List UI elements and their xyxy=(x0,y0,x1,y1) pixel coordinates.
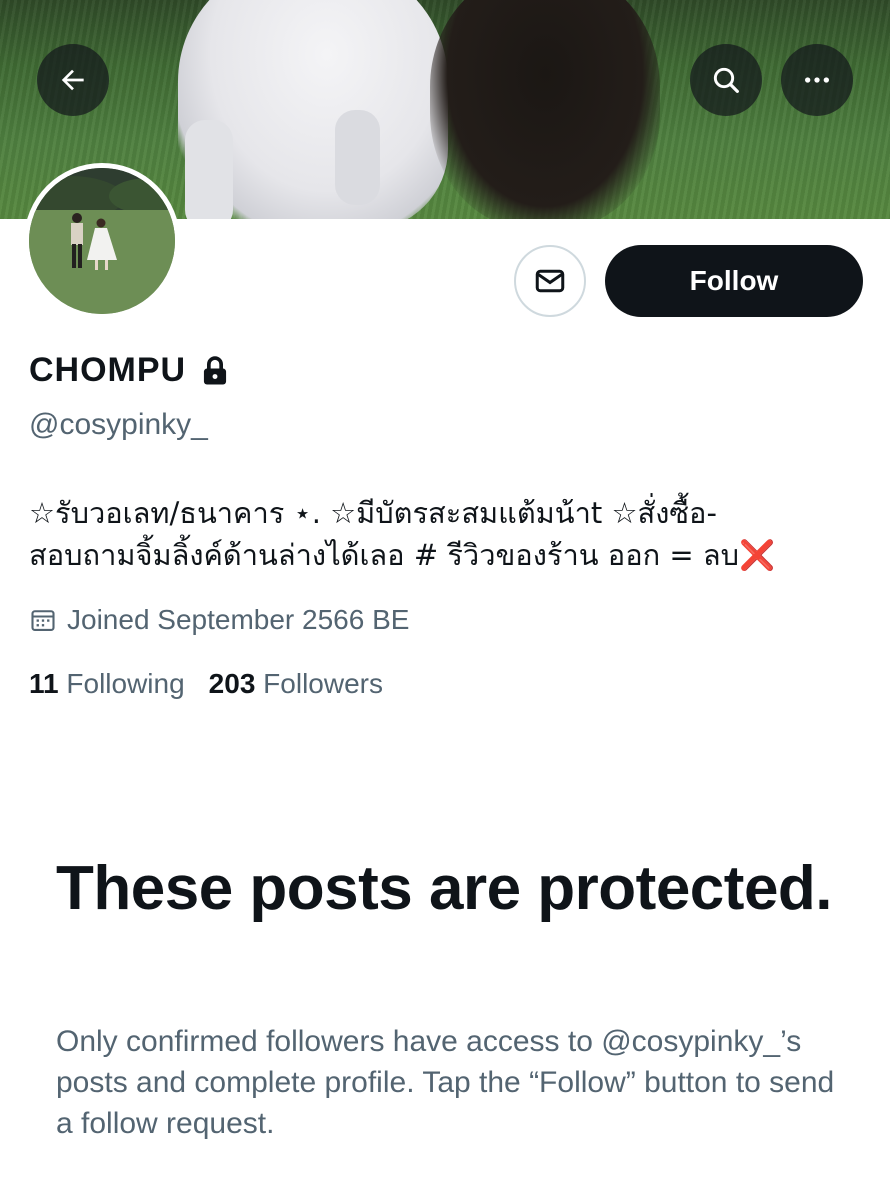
protected-posts-message: Only confirmed followers have access to … xyxy=(56,1025,835,1140)
more-icon xyxy=(805,77,829,83)
cross-mark-icon: ❌ xyxy=(739,538,776,572)
username-handle: @cosypinky_ xyxy=(29,408,208,441)
back-button[interactable] xyxy=(37,44,109,116)
bio-text: สอบถามจิ้มลิ้งค์ด้านล่างได้เลอ # รีวิวขอ… xyxy=(29,538,740,572)
message-icon xyxy=(535,269,565,293)
bio-line: ☆รับวอเลท/ธนาคาร ⋆. ☆มีบัตรสะสมแต้มน้าt … xyxy=(29,496,717,530)
more-options-button[interactable] xyxy=(781,44,853,116)
search-button[interactable] xyxy=(690,44,762,116)
display-name-row: CHOMPU xyxy=(29,351,230,390)
followers-label: Followers xyxy=(263,668,383,699)
search-icon xyxy=(713,67,739,93)
follow-button[interactable]: Follow xyxy=(605,245,863,317)
profile-bio: ☆รับวอเลท/ธนาคาร ⋆. ☆มีบัตรสะสมแต้มน้าt … xyxy=(29,492,869,576)
joined-date-row: Joined September 2566 BE xyxy=(29,604,409,636)
back-arrow-icon xyxy=(61,69,84,91)
profile-page: Follow CHOMPU @cosypinky_ ☆รับวอเลท/ธนาค… xyxy=(0,0,890,1200)
lock-icon xyxy=(204,355,227,385)
calendar-icon xyxy=(31,610,55,631)
followers-count: 203 xyxy=(208,668,256,699)
joined-date: Joined September 2566 BE xyxy=(67,604,410,635)
protected-posts-title: These posts are protected. xyxy=(56,854,833,923)
following-link[interactable]: 11 Following xyxy=(29,668,185,700)
followers-link[interactable]: 203 Followers xyxy=(209,668,383,700)
avatar-image xyxy=(29,168,175,314)
following-label: Following xyxy=(66,668,185,699)
display-name: CHOMPU xyxy=(29,351,187,389)
avatar[interactable] xyxy=(24,163,180,319)
follow-stats: 11 Following 203 Followers xyxy=(29,668,383,700)
following-count: 11 xyxy=(29,668,59,699)
bio-line: สอบถามจิ้มลิ้งค์ด้านล่างได้เลอ # รีวิวขอ… xyxy=(29,534,869,576)
message-button[interactable] xyxy=(514,245,586,317)
